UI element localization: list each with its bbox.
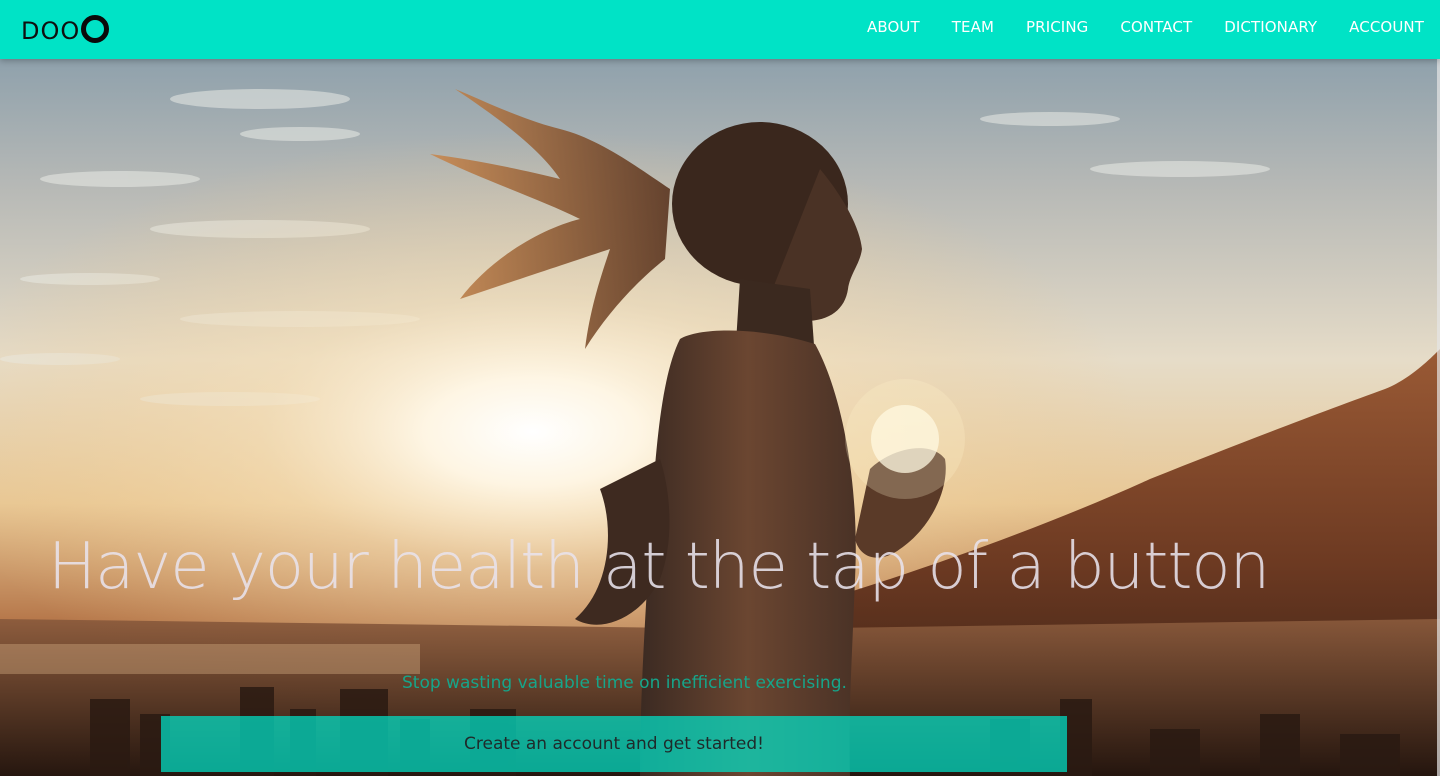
hero-section: Have your health at the tap of a button …: [0, 59, 1440, 776]
brand-logo[interactable]: DOO: [21, 14, 110, 45]
woman-running-at-sunrise-photo: [0, 59, 1440, 776]
nav-link-pricing[interactable]: PRICING: [1026, 18, 1088, 36]
nav-link-dictionary[interactable]: DICTIONARY: [1224, 18, 1317, 36]
landing-page: DOO ABOUT TEAM PRICING CONTACT DICTIONAR…: [0, 0, 1440, 776]
hero-headline: Have your health at the tap of a button: [48, 530, 1270, 604]
nav-link-team[interactable]: TEAM: [952, 18, 994, 36]
logo-text: DOO: [21, 16, 81, 45]
nav-link-contact[interactable]: CONTACT: [1120, 18, 1192, 36]
create-account-button[interactable]: Create an account and get started!: [161, 716, 1067, 772]
ring-icon: [81, 14, 110, 43]
nav-link-account[interactable]: ACCOUNT: [1349, 18, 1424, 36]
nav-link-about[interactable]: ABOUT: [867, 18, 920, 36]
top-navbar: DOO ABOUT TEAM PRICING CONTACT DICTIONAR…: [0, 0, 1440, 59]
hero-subheadline: Stop wasting valuable time on inefficien…: [402, 673, 847, 693]
main-nav: ABOUT TEAM PRICING CONTACT DICTIONARY AC…: [835, 0, 1424, 59]
